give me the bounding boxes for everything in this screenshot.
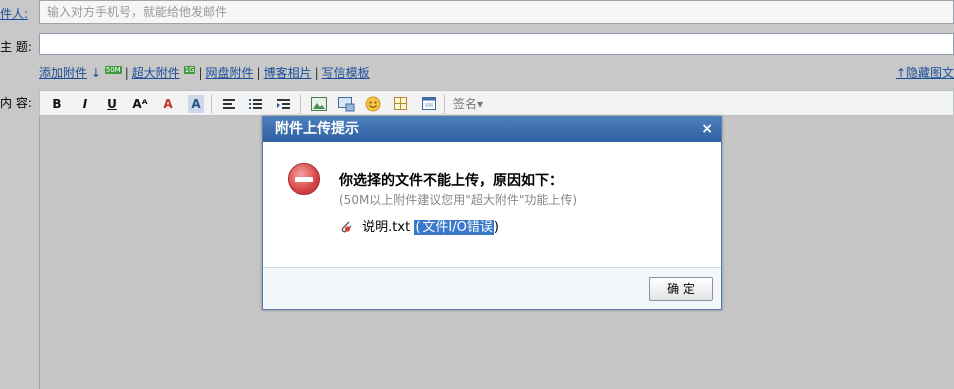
separator: | [124,66,129,80]
large-attachment-link[interactable]: 超大附件 [132,66,180,80]
align-icon[interactable] [222,98,238,112]
indent-icon[interactable] [276,98,292,112]
insert-table-icon[interactable] [394,97,408,111]
mail-template-link[interactable]: 写信模板 [322,66,370,80]
font-color-button[interactable]: A [160,95,176,113]
emoticon-icon[interactable] [365,96,381,112]
dialog-title: 附件上传提示 [275,121,359,137]
blog-photos-link[interactable]: 博客相片 [264,66,312,80]
download-arrow-icon[interactable]: ↓ [91,66,101,80]
separator: | [314,66,319,80]
subject-input[interactable] [39,33,954,55]
dialog-header: 附件上传提示 × [263,117,721,142]
editor-toolbar: B I U Aᴬ A A 签名▾ [39,90,954,116]
subject-label: 主 题: [0,40,32,54]
toolbar-divider [444,94,445,114]
calendar-icon[interactable] [422,96,437,111]
dialog-body: 你选择的文件不能上传，原因如下： (50M以上附件建议您用"超大附件"功能上传)… [263,142,721,269]
attachment-bar: 添加附件 ↓ 50M | 超大附件 1G | 网盘附件 | 博客相片 | 写信模板 ↑隐藏图文 [39,64,954,82]
hide-images-link[interactable]: ↑隐藏图文 [896,64,954,81]
bulleted-list-icon[interactable] [248,98,264,112]
large-attachment-size-tag: 1G [183,66,196,74]
insert-image-icon[interactable] [311,97,327,112]
failed-file-row: 说明.txt (文件I/O错误) [339,216,499,235]
separator: | [256,66,261,80]
dialog-heading: 你选择的文件不能上传，原因如下： [339,173,563,189]
font-size-button[interactable]: Aᴬ [130,95,150,113]
error-close-paren: ) [493,220,499,235]
italic-button[interactable]: I [78,95,92,113]
bg-color-button[interactable]: A [188,95,204,113]
upload-alert-dialog: 附件上传提示 × 你选择的文件不能上传，原因如下： (50M以上附件建议您用"超… [262,116,722,310]
bold-button[interactable]: B [50,95,64,113]
separator: | [198,66,203,80]
underline-button[interactable]: U [105,95,119,113]
dialog-subtext: (50M以上附件建议您用"超大附件"功能上传) [339,193,578,207]
failed-filename: 说明.txt [362,220,411,235]
signature-dropdown[interactable]: 签名▾ [450,95,486,113]
attachment-clip-icon [341,221,352,233]
error-reason: 文件I/O错误 [421,220,494,235]
screenshot-icon[interactable] [338,97,355,112]
content-label: 内 容: [0,96,32,110]
recipient-placeholder: 输入对方手机号，就能给他发邮件 [47,5,228,19]
error-stop-icon [288,163,320,195]
netdisk-attachment-link[interactable]: 网盘附件 [206,66,254,80]
close-icon[interactable]: × [701,117,713,142]
toolbar-divider [211,94,212,114]
recipient-input[interactable]: 输入对方手机号，就能给他发邮件 [39,0,954,24]
ok-button[interactable]: 确 定 [649,277,713,301]
add-attachment-size-tag: 50M [104,66,122,74]
add-attachment-link[interactable]: 添加附件 [39,66,87,80]
recipient-label[interactable]: 件人: [0,5,28,22]
toolbar-divider [300,94,301,114]
dialog-footer: 确 定 [263,267,721,309]
